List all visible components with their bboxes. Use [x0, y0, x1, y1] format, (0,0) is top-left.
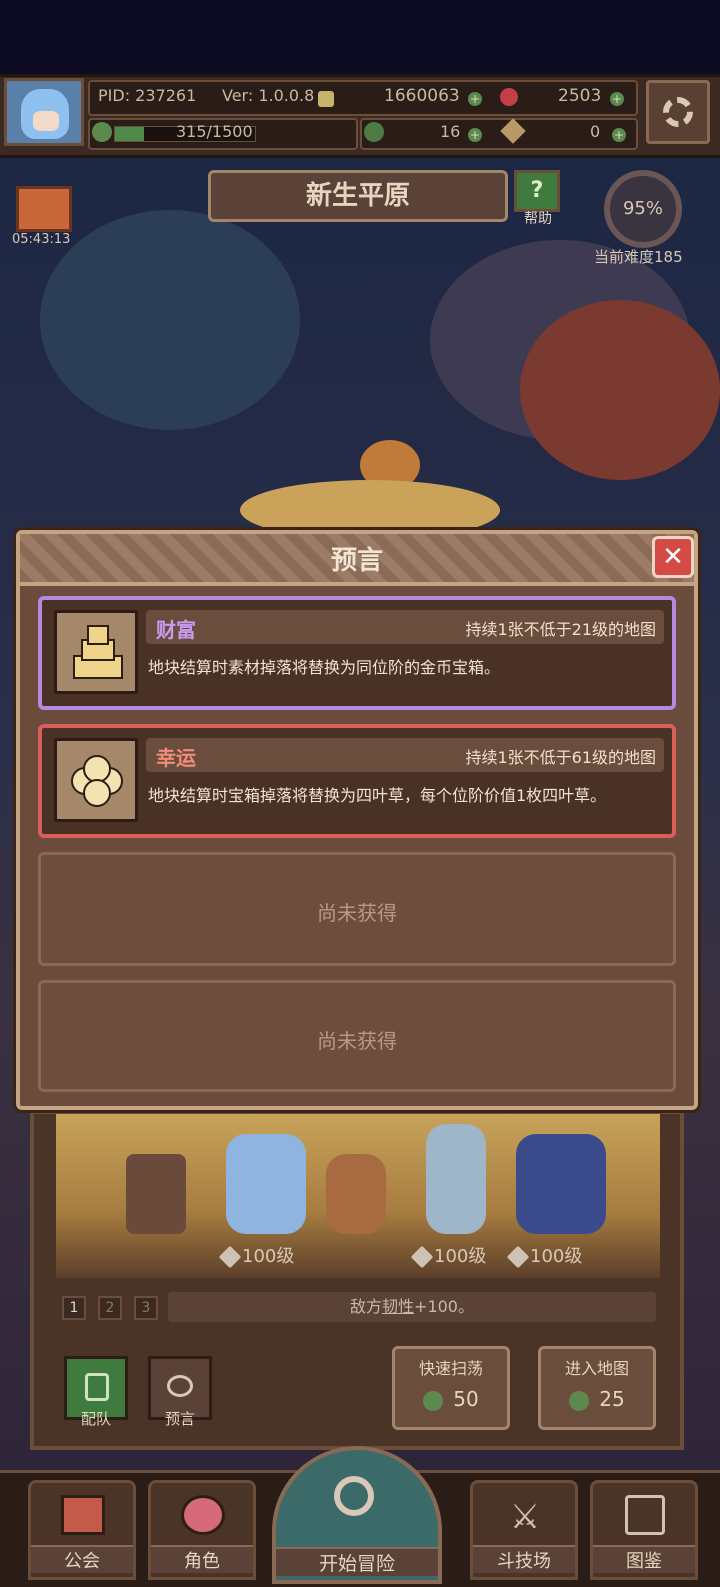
card-description: 地块结算时宝箱掉落将替换为四叶草，每个位阶价值1枚四叶草。 [148, 786, 607, 805]
nav-character-label: 角色 [151, 1545, 253, 1573]
enter-map-button[interactable]: 进入地图 25 [538, 1346, 656, 1430]
gem-icon [500, 86, 518, 106]
party-member-figure [426, 1124, 486, 1234]
gem-amount: 2503 [558, 86, 602, 106]
energy-clover-icon [92, 122, 112, 142]
nav-codex-label: 图鉴 [593, 1545, 695, 1573]
crossed-swords-icon: ⚔ [509, 1497, 541, 1537]
team-label: 配队 [80, 1410, 111, 1428]
book-icon [625, 1495, 665, 1535]
prophecy-slot-empty: 尚未获得 [38, 852, 676, 966]
difficulty-label: 当前难度185 [594, 248, 683, 266]
enter-map-cost: 25 [541, 1387, 653, 1411]
modal-title: 预言 [330, 546, 383, 576]
help-label: 帮助 [524, 211, 552, 227]
gift-box-button[interactable] [16, 186, 72, 232]
map-title: 新生平原 [208, 170, 508, 222]
gold-amount: 1660063 [384, 86, 460, 106]
question-icon: ? [530, 178, 544, 203]
card-description: 地块结算时素材掉落将替换为同位阶的金币宝箱。 [148, 658, 501, 677]
nav-arena-label: 斗技场 [473, 1545, 575, 1573]
clover-icon [423, 1390, 444, 1411]
game-version: Ver: 1.0.0.8 [222, 86, 315, 105]
empty-slot-label: 尚未获得 [317, 1029, 397, 1053]
clover-add-icon[interactable]: + [468, 124, 482, 143]
background-tree [520, 300, 720, 480]
energy-bar-fill [115, 127, 145, 141]
clover-icon [569, 1390, 590, 1411]
quick-sweep-cost: 50 [395, 1387, 507, 1411]
clover-amount: 16 [440, 122, 461, 141]
nav-codex[interactable]: 图鉴 [590, 1480, 698, 1580]
effect-keyword[interactable]: 韧性 [382, 1297, 414, 1316]
guild-icon [61, 1495, 105, 1535]
player-id: PID: 237261 [98, 86, 197, 105]
card-condition: 持续1张不低于21级的地图 [465, 620, 656, 639]
gear-icon [663, 97, 693, 127]
card-condition: 持续1张不低于61级的地图 [465, 748, 656, 767]
member-level: 100级 [410, 1242, 486, 1269]
avatar-portrait [21, 89, 69, 139]
party-member-figure [126, 1154, 186, 1234]
gem-add-icon[interactable]: + [610, 88, 624, 107]
tier-tab-3[interactable]: 3 [134, 1296, 158, 1320]
magnifier-icon [334, 1476, 374, 1516]
progress-ring: 95% [604, 170, 682, 248]
nav-start-label: 开始冒险 [276, 1547, 438, 1576]
card-name: 财富 [156, 618, 196, 642]
quick-sweep-button[interactable]: 快速扫荡 50 [392, 1346, 510, 1430]
settings-button[interactable] [646, 80, 710, 144]
prophecy-modal: 预言 ✕ 财富 持续1张不低于21级的地图 地块结算时素材掉落将替换为同位阶的金… [16, 530, 698, 1110]
nav-character[interactable]: 角色 [148, 1480, 256, 1580]
clover-icon [364, 122, 384, 142]
nav-guild[interactable]: 公会 [28, 1480, 136, 1580]
sword-icon [506, 1245, 530, 1269]
prophecy-card-luck[interactable]: 幸运 持续1张不低于61级的地图 地块结算时宝箱掉落将替换为四叶草，每个位阶价值… [38, 724, 676, 838]
member-level: 100级 [506, 1242, 582, 1269]
gold-add-icon[interactable]: + [468, 88, 482, 107]
enter-map-title: 进入地图 [564, 1359, 629, 1378]
member-level: 100级 [218, 1242, 294, 1269]
background-tree [40, 210, 300, 430]
gold-coin-icon [318, 88, 334, 107]
quick-sweep-title: 快速扫荡 [418, 1359, 483, 1378]
key-add-icon[interactable]: + [612, 124, 626, 143]
prophecy-card-wealth[interactable]: 财富 持续1张不低于21级的地图 地块结算时素材掉落将替换为同位阶的金币宝箱。 [38, 596, 676, 710]
wrench-icon [218, 1245, 242, 1269]
prophecy-label: 预言 [164, 1410, 195, 1428]
close-icon: ✕ [662, 542, 684, 572]
close-button[interactable]: ✕ [652, 536, 694, 578]
gift-timer: 05:43:13 [12, 232, 71, 247]
nav-guild-label: 公会 [31, 1545, 133, 1573]
key-amount: 0 [590, 122, 601, 141]
coin-stack-icon [54, 610, 138, 694]
team-icon [85, 1373, 109, 1401]
enemy-effect: 敌方韧性+100。 [168, 1292, 656, 1322]
tier-tab-1[interactable]: 1 [62, 1296, 86, 1320]
party-member-figure [326, 1154, 386, 1234]
card-name: 幸运 [156, 746, 196, 770]
player-avatar[interactable] [4, 78, 84, 146]
character-icon [181, 1495, 225, 1535]
empty-slot-label: 尚未获得 [317, 901, 397, 925]
wrench-icon [410, 1245, 434, 1269]
party-member-figure [516, 1134, 606, 1234]
help-button[interactable]: ? [514, 170, 560, 212]
nav-arena[interactable]: ⚔ 斗技场 [470, 1480, 578, 1580]
crystal-ball-icon [167, 1375, 193, 1397]
energy-value: 315/1500 [176, 122, 253, 141]
prophecy-slot-empty: 尚未获得 [38, 980, 676, 1092]
party-member-figure [226, 1134, 306, 1234]
four-leaf-clover-icon [54, 738, 138, 822]
tier-tab-2[interactable]: 2 [98, 1296, 122, 1320]
